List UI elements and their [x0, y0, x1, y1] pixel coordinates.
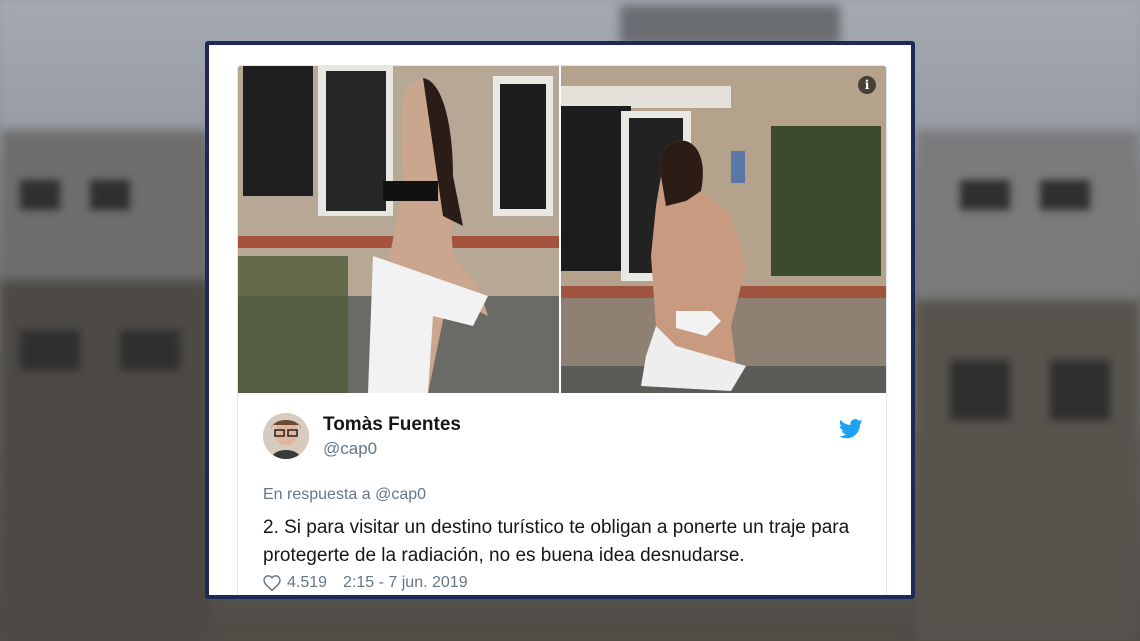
background-building-top [620, 5, 840, 45]
reply-prefix: En respuesta a [263, 486, 371, 503]
background-window [90, 180, 130, 210]
background-window [120, 330, 180, 370]
background-window [960, 180, 1010, 210]
background-window [950, 360, 1010, 420]
background-window [20, 180, 60, 210]
tweet-text: 2. Si para visitar un destino turístico … [263, 517, 850, 566]
background-window [20, 330, 80, 370]
background-building-right-lower [915, 300, 1140, 641]
tweet-meta: 4.519 2:15 - 7 jun. 2019 [263, 574, 468, 592]
tweet-media[interactable]: i [238, 66, 886, 393]
author-name[interactable]: Tomàs Fuentes [323, 414, 461, 436]
photo-left-image [238, 66, 559, 393]
reply-handle-link[interactable]: @cap0 [375, 486, 426, 503]
tweet-card[interactable]: i Tomàs Fuentes @cap0 En respuesta a @ca… [237, 65, 887, 595]
tweet-timestamp[interactable]: 2:15 - 7 jun. 2019 [343, 574, 468, 592]
avatar[interactable] [263, 413, 309, 459]
author-handle[interactable]: @cap0 [323, 439, 377, 459]
avatar-image [263, 413, 309, 459]
twitter-bird-icon[interactable] [839, 419, 863, 439]
photo-right-image [561, 66, 886, 393]
background-window [1040, 180, 1090, 210]
heart-icon[interactable] [263, 575, 281, 591]
tweet-photo-right[interactable]: i [561, 66, 886, 393]
background-window [1050, 360, 1110, 420]
tweet-photo-left[interactable] [238, 66, 559, 393]
reply-context: En respuesta a @cap0 [263, 486, 426, 504]
tweet-header: Tomàs Fuentes @cap0 [263, 411, 863, 461]
like-count: 4.519 [287, 574, 328, 591]
tweet-embed-frame: i Tomàs Fuentes @cap0 En respuesta a @ca… [205, 41, 915, 599]
info-icon[interactable]: i [858, 76, 876, 94]
